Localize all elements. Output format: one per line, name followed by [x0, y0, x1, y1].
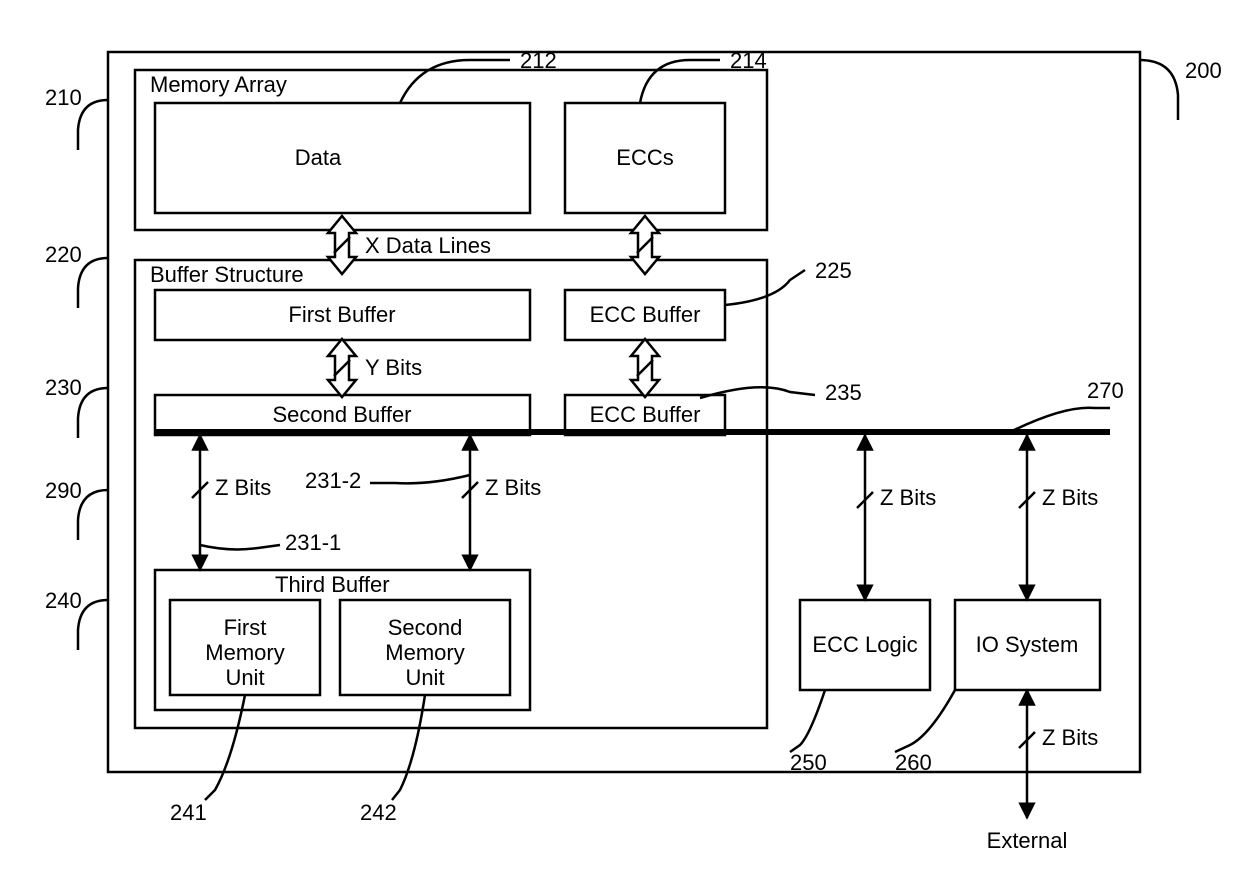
leader-290 [78, 490, 108, 540]
ref-214: 214 [730, 48, 767, 73]
ref-225: 225 [815, 258, 852, 283]
label-buffer-structure: Buffer Structure [150, 262, 304, 287]
leader-225 [725, 270, 805, 305]
label-data: Data [295, 145, 342, 170]
ref-235: 235 [825, 380, 862, 405]
leader-250 [790, 690, 825, 752]
leader-210 [78, 100, 108, 150]
label-x-data-lines: X Data Lines [365, 233, 491, 258]
leader-231-2 [370, 475, 470, 483]
leader-260 [895, 690, 955, 752]
leader-270 [1010, 408, 1110, 432]
leader-212 [400, 60, 510, 103]
label-z-bits-2: Z Bits [485, 475, 541, 500]
label-second-buffer: Second Buffer [272, 402, 411, 427]
label-first-memory-unit-line3: Unit [225, 665, 264, 690]
label-ecc-logic: ECC Logic [812, 632, 917, 657]
ref-231-2: 231-2 [305, 468, 361, 493]
ref-231-1: 231-1 [285, 530, 341, 555]
label-first-memory-unit-line1: First [224, 615, 267, 640]
label-z-bits-ecc: Z Bits [880, 485, 936, 510]
ref-220: 220 [45, 242, 82, 267]
label-ecc-buffer-1: ECC Buffer [590, 302, 701, 327]
leader-231-1 [200, 545, 280, 549]
label-eccs: ECCs [616, 145, 673, 170]
leader-240-left [78, 600, 108, 650]
label-first-memory-unit-line2: Memory [205, 640, 284, 665]
label-third-buffer: Third Buffer [275, 572, 390, 597]
label-external: External [987, 828, 1068, 853]
label-io-system: IO System [976, 632, 1079, 657]
ref-212: 212 [520, 48, 557, 73]
label-z-bits-1: Z Bits [215, 475, 271, 500]
ref-270: 270 [1087, 378, 1124, 403]
leader-220 [78, 258, 108, 308]
leader-214 [640, 60, 720, 103]
label-z-bits-io-top: Z Bits [1042, 485, 1098, 510]
ref-242: 242 [360, 800, 397, 825]
label-y-bits: Y Bits [365, 355, 422, 380]
leader-230 [78, 388, 108, 438]
leader-235 [700, 387, 815, 398]
label-memory-array: Memory Array [150, 72, 287, 97]
ref-210: 210 [45, 85, 82, 110]
label-z-bits-ext: Z Bits [1042, 725, 1098, 750]
label-first-buffer: First Buffer [288, 302, 395, 327]
label-second-memory-unit-line1: Second [388, 615, 463, 640]
label-second-memory-unit-line3: Unit [405, 665, 444, 690]
ref-200: 200 [1185, 58, 1222, 83]
ref-240: 240 [45, 588, 82, 613]
leader-200 [1140, 60, 1178, 120]
data-block [155, 103, 530, 213]
ref-260: 260 [895, 750, 932, 775]
ref-241: 241 [170, 800, 207, 825]
ref-250: 250 [790, 750, 827, 775]
ref-230: 230 [45, 375, 82, 400]
label-ecc-buffer-2: ECC Buffer [590, 402, 701, 427]
label-second-memory-unit-line2: Memory [385, 640, 464, 665]
ref-290: 290 [45, 478, 82, 503]
memory-architecture-diagram: 200 Memory Array Data ECCs 212 214 210 B… [0, 0, 1240, 881]
